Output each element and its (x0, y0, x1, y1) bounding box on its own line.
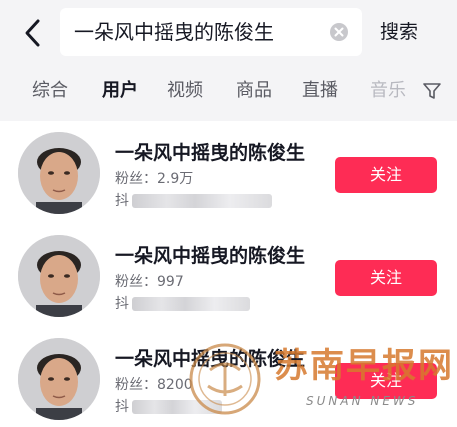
user-result-row[interactable]: 一朵风中摇曳的陈俊生 粉丝：997 抖 关注 (0, 224, 457, 324)
follow-button[interactable]: 关注 (335, 157, 437, 193)
search-query-text: 一朵风中摇曳的陈俊生 (74, 20, 274, 44)
user-name: 一朵风中摇曳的陈俊生 (115, 245, 306, 267)
user-id-prefix: 抖 (115, 296, 129, 312)
user-id-prefix: 抖 (115, 193, 129, 209)
tab-comprehensive[interactable]: 综合 (32, 78, 68, 104)
back-arrow-icon (25, 19, 40, 47)
clear-icon[interactable] (330, 23, 348, 41)
tab-users[interactable]: 用户 (102, 78, 138, 104)
search-button[interactable]: 搜索 (380, 20, 418, 44)
user-result-row[interactable]: 一朵风中摇曳的陈俊生 粉丝：2.9万 抖 关注 (0, 121, 457, 221)
fans-count: 粉丝：2.9万 (115, 171, 194, 187)
tab-videos[interactable]: 视频 (167, 78, 203, 104)
fans-count: 粉丝：8200 (115, 377, 193, 393)
search-header: 一朵风中摇曳的陈俊生 搜索 综合 用户 视频 商品 直播 音乐 (0, 0, 457, 121)
tab-music[interactable]: 音乐 (370, 78, 406, 104)
user-name: 一朵风中摇曳的陈俊生 (115, 142, 306, 164)
follow-button[interactable]: 关注 (335, 260, 437, 296)
tab-bar: 综合 用户 视频 商品 直播 音乐 (0, 78, 457, 108)
tab-products[interactable]: 商品 (236, 78, 272, 104)
user-name: 一朵风中摇曳的陈俊生 (115, 348, 306, 370)
blurred-user-id (132, 194, 272, 208)
blurred-user-id (132, 297, 250, 311)
tab-live[interactable]: 直播 (302, 78, 338, 104)
avatar[interactable] (18, 132, 100, 214)
follow-button[interactable]: 关注 (335, 363, 437, 399)
blurred-user-id (132, 400, 222, 414)
filter-icon[interactable] (423, 82, 441, 100)
user-result-row[interactable]: 一朵风中摇曳的陈俊生 粉丝：8200 抖 关注 (0, 327, 457, 427)
avatar[interactable] (18, 235, 100, 317)
avatar[interactable] (18, 338, 100, 420)
search-input[interactable]: 一朵风中摇曳的陈俊生 (60, 8, 362, 56)
fans-count: 粉丝：997 (115, 274, 184, 290)
user-id-prefix: 抖 (115, 399, 129, 415)
back-button[interactable] (18, 16, 48, 50)
